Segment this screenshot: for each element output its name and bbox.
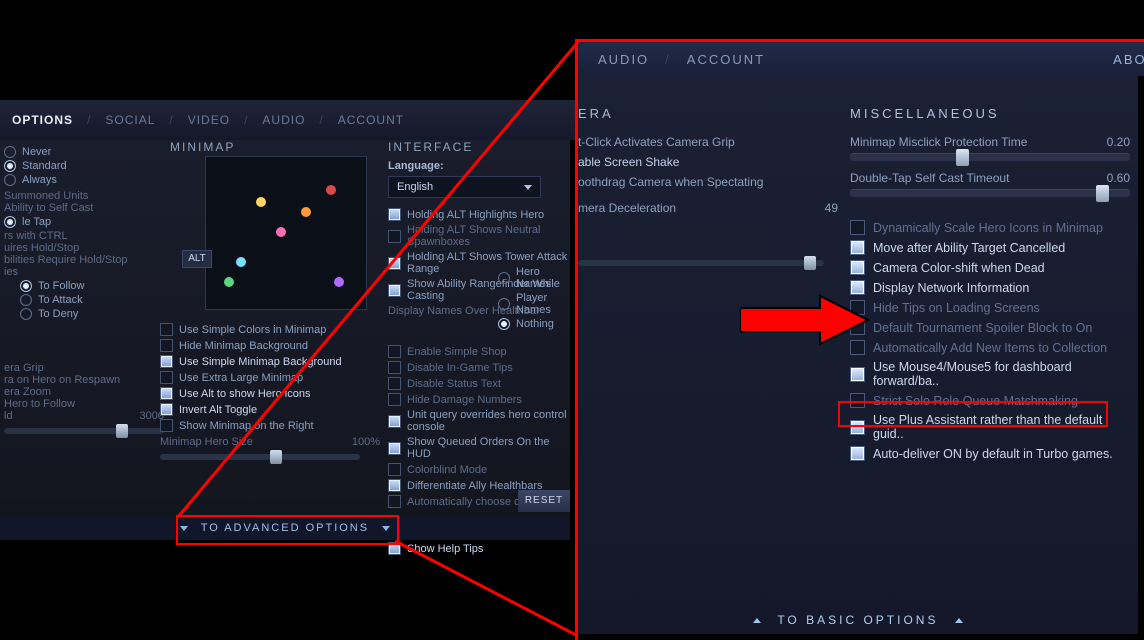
cb-scale-icons[interactable]: Dynamically Scale Hero Icons in Minimap (850, 220, 1130, 235)
cb-solo-role[interactable]: Strict Solo Role Queue Matchmaking (850, 393, 1130, 408)
tab-audio[interactable]: AUDIO (262, 113, 305, 127)
misc-section: MISCELLANEOUS Minimap Misclick Protectio… (850, 106, 1130, 466)
left-col-1: Never Standard Always Summoned Units Abi… (0, 144, 164, 434)
cb-hide-bg[interactable]: Hide Minimap Background (160, 339, 380, 352)
cb-auto-add[interactable]: Automatically Add New Items to Collectio… (850, 340, 1130, 355)
cam-grip[interactable]: t-Click Activates Camera Grip (578, 135, 838, 149)
cb-netinfo[interactable]: Display Network Information (850, 280, 1130, 295)
camera-header: ERA (578, 106, 838, 121)
chevron-up-icon (955, 618, 963, 623)
cb-auto-deliver[interactable]: Auto-deliver ON by default in Turbo game… (850, 446, 1130, 461)
slider-ld[interactable] (4, 428, 164, 434)
camera-section: ERA t-Click Activates Camera Grip able S… (578, 106, 838, 221)
label-summoned: Summoned Units (4, 190, 164, 202)
radio-standard[interactable]: Standard (4, 160, 164, 172)
cb-hide-tips[interactable]: Hide Tips on Loading Screens (850, 300, 1130, 315)
minimap-header: MINIMAP (170, 140, 235, 154)
right-body: ERA t-Click Activates Camera Grip able S… (578, 76, 1138, 634)
tab-video[interactable]: VIDEO (188, 113, 230, 127)
cb-alt-spawn[interactable]: Holding ALT Shows Neutral Spawnboxes (388, 224, 570, 248)
label-zoom: era Zoom (4, 386, 164, 398)
cb-mouse45[interactable]: Use Mouse4/Mouse5 for dashboard forward/… (850, 360, 1130, 388)
label-hfollow: Hero to Follow (4, 398, 164, 410)
radio-toattack[interactable]: To Attack (20, 294, 164, 306)
cb-extra-large[interactable]: Use Extra Large Minimap (160, 371, 380, 384)
cb-alt-hero[interactable]: Holding ALT Highlights Hero (388, 208, 570, 221)
settings-tab-bar: OPTIONS/ SOCIAL/ VIDEO/ AUDIO/ ACCOUNT (0, 100, 582, 140)
options-panel: Never Standard Always Summoned Units Abi… (0, 140, 570, 540)
radio-always[interactable]: Always (4, 174, 164, 186)
cb-queued-hud[interactable]: Show Queued Orders On the HUD (388, 436, 570, 460)
label-holdstop: uires Hold/Stop (4, 242, 164, 254)
cb-spoiler[interactable]: Default Tournament Spoiler Block to On (850, 320, 1130, 335)
cb-invert-alt[interactable]: Invert Alt Toggle (160, 403, 380, 416)
radio-nothing[interactable]: Nothing (498, 318, 570, 330)
minimap-options: Use Simple Colors in Minimap Hide Minima… (160, 320, 380, 460)
radio-tap[interactable]: le Tap (4, 216, 164, 228)
label-abil-holdstop: bilities Require Hold/Stop (4, 254, 164, 266)
label-selfcast: Ability to Self Cast (4, 202, 164, 214)
cb-plus-assist[interactable]: Use Plus Assistant rather than the defau… (850, 413, 1130, 441)
chevron-down-icon (524, 185, 532, 190)
cb-help-tips[interactable]: Show Help Tips (388, 542, 570, 555)
interface-header: INTERFACE (388, 140, 570, 154)
basic-options-toggle[interactable]: TO BASIC OPTIONS (578, 606, 1138, 634)
cb-move-cancel[interactable]: Move after Ability Target Cancelled (850, 240, 1130, 255)
label-ies: ies (4, 266, 164, 278)
alt-tooltip: ALT (182, 250, 212, 268)
cb-hide-dmg[interactable]: Hide Damage Numbers (388, 393, 570, 406)
slider-misclick[interactable]: Minimap Misclick Protection Time0.20 (850, 135, 1130, 161)
right-tab-bar: AUDIO/ ACCOUNT ABOU (578, 42, 1144, 76)
slider-hero-size[interactable] (160, 454, 360, 460)
cb-simple-shop[interactable]: Enable Simple Shop (388, 345, 570, 358)
cb-alt-icons[interactable]: Use Alt to show Hero icons (160, 387, 380, 400)
tab-options[interactable]: OPTIONS (12, 113, 73, 127)
cb-on-right[interactable]: Show Minimap on the Right (160, 419, 380, 432)
slider-dbltap[interactable]: Double-Tap Self Cast Timeout0.60 (850, 171, 1130, 197)
lang-label: Language: (388, 160, 570, 172)
cam-smooth[interactable]: oothdrag Camera when Spectating (578, 175, 838, 189)
tab-about-r[interactable]: ABOU (1113, 52, 1144, 67)
cb-colorblind[interactable]: Colorblind Mode (388, 463, 570, 476)
reset-button[interactable]: RESET (518, 490, 570, 512)
cb-color-dead[interactable]: Camera Color-shift when Dead (850, 260, 1130, 275)
radio-never[interactable]: Never (4, 146, 164, 158)
tab-social[interactable]: SOCIAL (105, 113, 155, 127)
tab-account[interactable]: ACCOUNT (338, 113, 404, 127)
label-ctrl: rs with CTRL (4, 230, 164, 242)
radio-tofollow[interactable]: To Follow (20, 280, 164, 292)
slider-decel[interactable] (578, 260, 824, 266)
tab-audio-r[interactable]: AUDIO (598, 52, 649, 67)
tab-account-r[interactable]: ACCOUNT (687, 52, 765, 67)
radio-todeny[interactable]: To Deny (20, 308, 164, 320)
chevron-down-icon (382, 526, 390, 531)
advanced-options-toggle[interactable]: TO ADVANCED OPTIONS (0, 517, 570, 540)
language-select[interactable]: English (388, 176, 541, 198)
cb-unit-query[interactable]: Unit query overrides hero control consol… (388, 409, 570, 433)
misc-header: MISCELLANEOUS (850, 106, 1130, 121)
cb-disable-status[interactable]: Disable Status Text (388, 377, 570, 390)
cb-simple-bg[interactable]: Use Simple Minimap Background (160, 355, 380, 368)
minimap-preview (205, 156, 367, 310)
advanced-zoom-panel: AUDIO/ ACCOUNT ABOU ERA t-Click Activate… (578, 42, 1138, 634)
cb-disable-tips[interactable]: Disable In-Game Tips (388, 361, 570, 374)
label-grip: era Grip (4, 362, 164, 374)
cb-simple-colors[interactable]: Use Simple Colors in Minimap (160, 323, 380, 336)
chevron-down-icon (180, 526, 188, 531)
cam-shake[interactable]: able Screen Shake (578, 155, 838, 169)
chevron-up-icon (753, 618, 761, 623)
label-respawn: ra on Hero on Respawn (4, 374, 164, 386)
